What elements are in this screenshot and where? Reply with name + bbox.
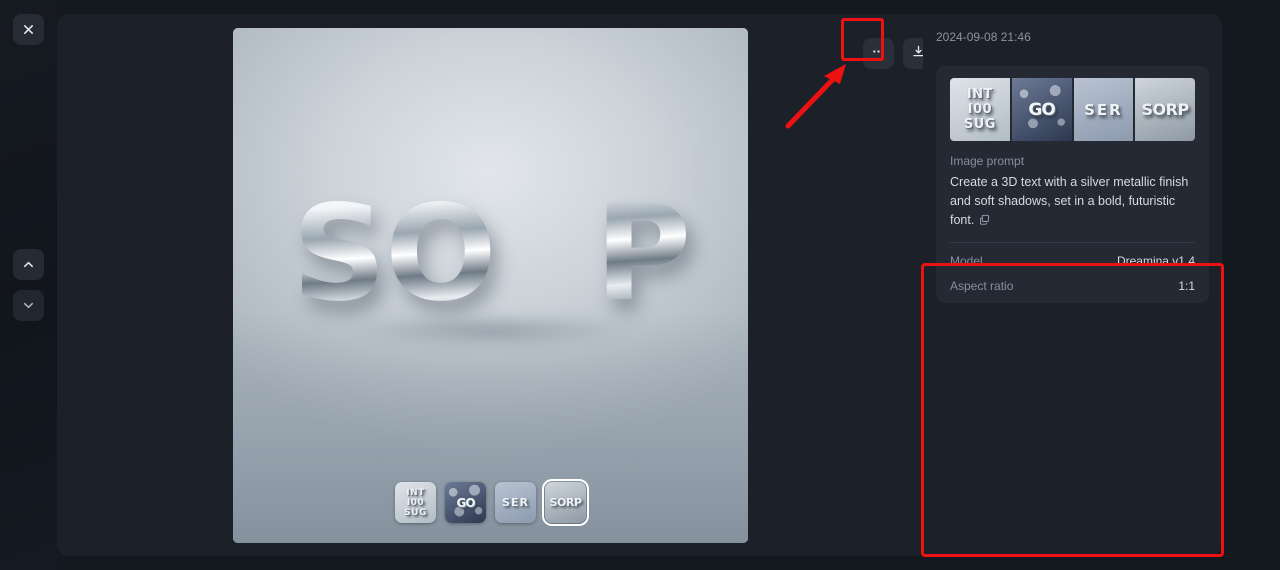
model-label: Model bbox=[950, 254, 983, 268]
aspect-ratio-value: 1:1 bbox=[1178, 279, 1195, 293]
reference-thumbnail-1[interactable]: INT I00 SUG bbox=[950, 78, 1010, 141]
variant-thumbnail-4-label: SORP bbox=[549, 496, 582, 509]
ellipsis-icon bbox=[871, 44, 886, 64]
copy-icon[interactable] bbox=[979, 212, 990, 231]
model-value: Dreamina v1.4 bbox=[1116, 254, 1195, 268]
reference-thumbnail-3-label: SER bbox=[1084, 100, 1123, 119]
chevron-down-icon bbox=[22, 299, 35, 312]
model-row: Model Dreamina v1.4 bbox=[950, 254, 1195, 268]
generation-details-card: INT I00 SUG GO SER SORP Image prompt Cre… bbox=[936, 66, 1209, 303]
reference-thumbnail-2[interactable]: GO bbox=[1011, 78, 1072, 141]
reference-thumbnail-4[interactable]: SORP bbox=[1135, 78, 1195, 141]
variant-thumbnail-strip: INT I00 SUG GO SER SORP bbox=[233, 479, 748, 526]
reference-thumbnail-1-label: INT I00 SUG bbox=[963, 87, 996, 132]
generation-timestamp: 2024-09-08 21:46 bbox=[936, 30, 1031, 44]
main-image[interactable]: SORP INT I00 SUG GO SER SORP bbox=[233, 28, 748, 543]
artwork-text-left: SO bbox=[291, 177, 495, 331]
reference-thumbnail-4-label: SORP bbox=[1141, 100, 1190, 119]
prompt-label: Image prompt bbox=[950, 154, 1025, 168]
artwork-text-flipped: R bbox=[494, 177, 595, 331]
previous-image-button[interactable] bbox=[13, 249, 44, 280]
reference-thumbnail-strip: INT I00 SUG GO SER SORP bbox=[950, 78, 1195, 141]
close-icon bbox=[22, 23, 35, 36]
image-stage: SORP INT I00 SUG GO SER SORP bbox=[57, 14, 974, 556]
variant-thumbnail-2-label: GO bbox=[456, 495, 475, 510]
image-detail-viewer: SORP INT I00 SUG GO SER SORP 2024-09-08 … bbox=[0, 0, 1280, 570]
variant-thumbnail-1-label: INT I00 SUG bbox=[404, 487, 427, 518]
chevron-up-icon bbox=[22, 258, 35, 271]
close-button[interactable] bbox=[13, 14, 44, 45]
generated-artwork-text: SORP bbox=[233, 188, 748, 320]
aspect-ratio-row: Aspect ratio 1:1 bbox=[950, 279, 1195, 293]
variant-thumbnail-1[interactable]: INT I00 SUG bbox=[395, 482, 436, 523]
next-image-button[interactable] bbox=[13, 290, 44, 321]
variant-thumbnail-2[interactable]: GO bbox=[445, 482, 486, 523]
card-divider bbox=[950, 242, 1195, 243]
image-info-panel: 2024-09-08 21:46 INT I00 SUG GO SER SORP… bbox=[923, 14, 1222, 556]
reference-thumbnail-3[interactable]: SER bbox=[1073, 78, 1134, 141]
artwork-text-right: P bbox=[594, 177, 690, 331]
variant-thumbnail-3[interactable]: SER bbox=[495, 482, 536, 523]
variant-thumbnail-4-selected[interactable]: SORP bbox=[542, 479, 589, 526]
variant-thumbnail-3-label: SER bbox=[502, 496, 529, 509]
reference-thumbnail-2-label: GO bbox=[1028, 99, 1055, 120]
prompt-text-wrapper: Create a 3D text with a silver metallic … bbox=[950, 173, 1195, 231]
more-options-button[interactable] bbox=[863, 38, 894, 69]
left-rail bbox=[0, 0, 57, 570]
aspect-ratio-label: Aspect ratio bbox=[950, 279, 1014, 293]
